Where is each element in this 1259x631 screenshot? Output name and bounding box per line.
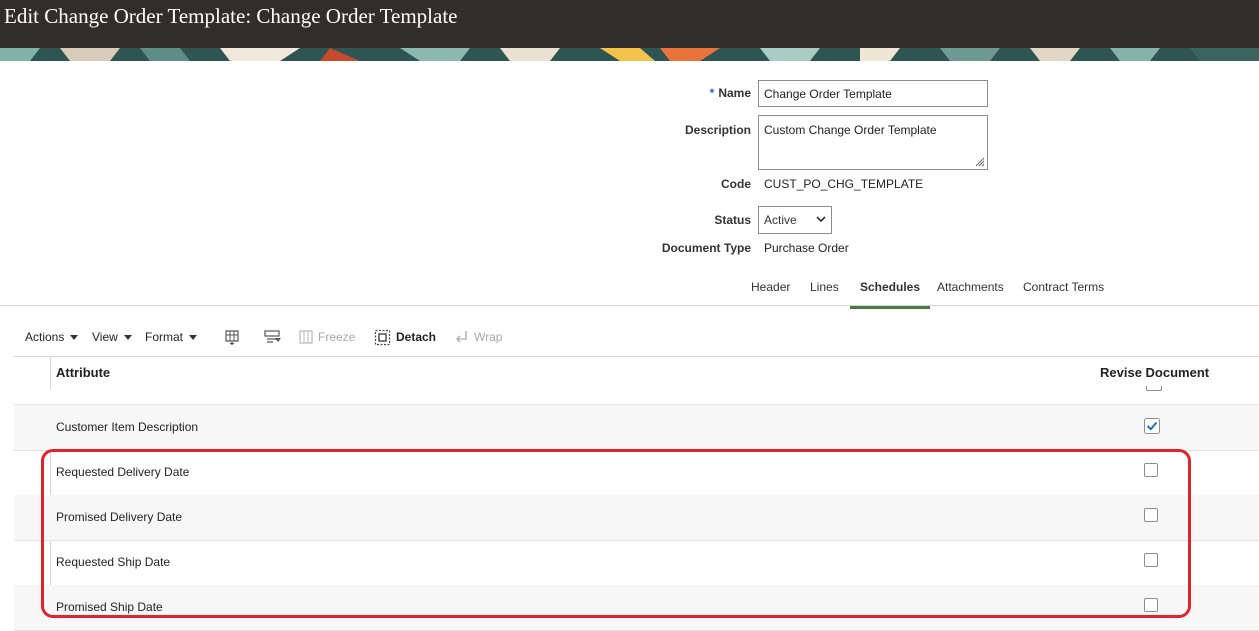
document-type-label: Document Type: [661, 241, 751, 255]
page-title: Edit Change Order Template: Change Order…: [4, 4, 458, 28]
code-value: CUST_PO_CHG_TEMPLATE: [764, 177, 924, 191]
title-bar: Edit Change Order Template: Change Order…: [0, 0, 1259, 48]
required-marker: *: [709, 86, 715, 100]
name-label: * Name: [709, 86, 751, 100]
description-value: Custom Change Order Template: [764, 123, 937, 137]
detach-icon[interactable]: [374, 329, 391, 346]
view-menu[interactable]: View: [92, 330, 132, 344]
table-row[interactable]: Customer Item Description: [14, 405, 1259, 451]
document-type-value: Purchase Order: [764, 241, 849, 255]
format-menu[interactable]: Format: [145, 330, 198, 344]
highlight-annotation: [41, 449, 1191, 618]
status-label: Status: [714, 213, 751, 227]
tab-lines[interactable]: Lines: [800, 280, 849, 306]
wrap-button[interactable]: Wrap: [474, 330, 502, 344]
tab-attachments[interactable]: Attachments: [927, 280, 1014, 306]
columns-icon[interactable]: [224, 329, 242, 346]
decorative-banner: [0, 48, 1259, 61]
attribute-cell: Customer Item Description: [56, 420, 199, 434]
freeze-button[interactable]: Freeze: [318, 330, 355, 344]
status-value: Active: [764, 213, 797, 227]
revise-checkbox-checked[interactable]: [1144, 418, 1160, 434]
detach-button[interactable]: Detach: [396, 330, 436, 344]
chevron-down-icon: [816, 216, 826, 223]
name-input[interactable]: Change Order Template: [758, 80, 988, 107]
column-header-revise-document[interactable]: Revise Document: [1100, 365, 1209, 380]
description-label: Description: [684, 123, 751, 137]
code-label: Code: [721, 177, 751, 191]
table-header: [14, 356, 1259, 391]
tab-header[interactable]: Header: [741, 280, 800, 306]
checkbox[interactable]: [1146, 386, 1162, 391]
query-by-example-icon[interactable]: [264, 329, 282, 346]
freeze-icon[interactable]: [298, 329, 314, 346]
wrap-icon[interactable]: [454, 329, 470, 346]
resize-handle-icon[interactable]: [975, 157, 985, 167]
tab-contract-terms[interactable]: Contract Terms: [1013, 280, 1114, 306]
table-row: [14, 386, 1259, 405]
tab-divider: [0, 305, 1259, 306]
status-select[interactable]: Active: [758, 206, 832, 234]
actions-menu[interactable]: Actions: [25, 330, 79, 344]
column-header-attribute[interactable]: Attribute: [56, 365, 110, 380]
tab-bar: Header Lines Schedules Attachments Contr…: [0, 280, 1259, 309]
description-textarea[interactable]: Custom Change Order Template: [758, 115, 988, 170]
